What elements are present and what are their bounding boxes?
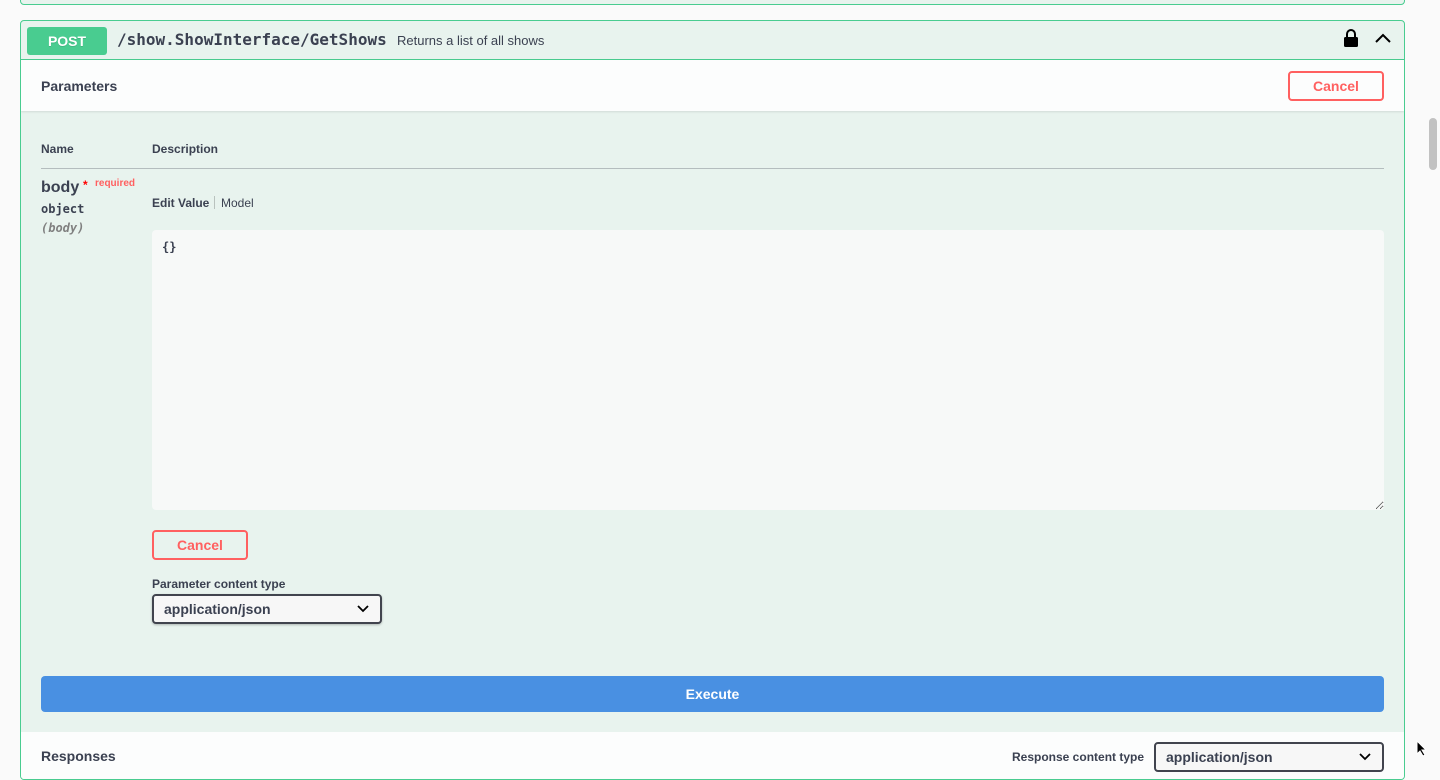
cancel-edit-button[interactable]: Cancel: [152, 530, 248, 560]
parameters-header: Parameters Cancel: [21, 60, 1404, 111]
operation-block: POST /show.ShowInterface/GetShows Return…: [20, 20, 1405, 780]
tab-model[interactable]: Model: [221, 196, 254, 210]
parameter-content-type-value: application/json: [164, 601, 271, 617]
required-star: *: [83, 178, 88, 192]
parameter-location: (body): [41, 221, 85, 235]
parameter-name: body: [41, 179, 80, 196]
body-editor[interactable]: [152, 230, 1384, 510]
response-content-type-label: Response content type: [1012, 750, 1145, 764]
chevron-down-icon: [1359, 753, 1371, 761]
operation-summary-text: Returns a list of all shows: [397, 33, 545, 48]
parameter-type: object: [41, 202, 85, 216]
mouse-cursor-icon: [1416, 740, 1428, 757]
operation-summary[interactable]: POST /show.ShowInterface/GetShows Return…: [21, 21, 1404, 60]
execute-button[interactable]: Execute: [41, 676, 1384, 712]
required-label: required: [95, 178, 136, 189]
chevron-up-icon[interactable]: [1373, 30, 1393, 46]
parameter-content-type-select[interactable]: application/json: [152, 594, 382, 624]
previous-operation-block: [20, 0, 1405, 5]
header-divider: [41, 168, 1384, 169]
responses-header: Responses Response content type applicat…: [21, 732, 1404, 779]
column-header-name: Name: [41, 142, 74, 156]
tab-edit-value[interactable]: Edit Value: [152, 196, 209, 210]
parameters-title: Parameters: [41, 78, 118, 94]
lock-icon[interactable]: [1343, 28, 1359, 48]
column-header-description: Description: [152, 142, 219, 156]
parameter-content-type-label: Parameter content type: [152, 577, 286, 591]
chevron-down-icon: [357, 605, 369, 613]
scrollbar-thumb[interactable]: [1429, 118, 1437, 170]
response-content-type-value: application/json: [1166, 749, 1273, 765]
tab-divider: [214, 196, 215, 209]
page-scrollbar[interactable]: [1426, 0, 1440, 757]
response-content-type-select[interactable]: application/json: [1154, 742, 1384, 772]
method-badge: POST: [27, 27, 107, 55]
operation-path: /show.ShowInterface/GetShows: [117, 30, 387, 49]
responses-title: Responses: [41, 748, 116, 764]
cancel-button[interactable]: Cancel: [1288, 71, 1384, 101]
